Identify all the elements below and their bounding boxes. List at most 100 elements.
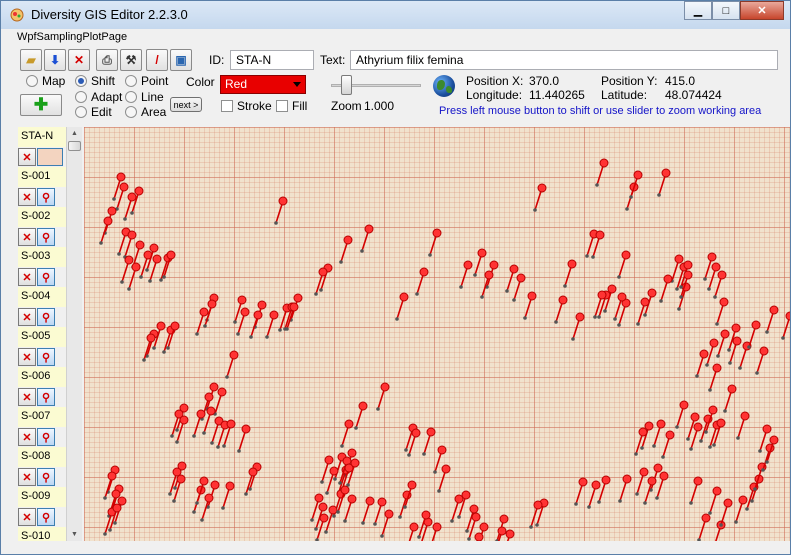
working-area[interactable] — [84, 127, 790, 541]
plot-pin-marker[interactable] — [661, 430, 675, 459]
slider-thumb[interactable] — [341, 75, 352, 95]
plot-pin-marker[interactable] — [652, 419, 666, 448]
plot-pin-marker[interactable] — [617, 250, 631, 279]
plot-item-label[interactable]: S-001 — [18, 167, 66, 187]
plot-pin-marker[interactable] — [354, 401, 368, 430]
plot-pin-marker[interactable] — [343, 494, 357, 523]
plot-item-label[interactable]: STA-N — [18, 127, 66, 147]
plot-pin-marker[interactable] — [595, 158, 609, 187]
plot-pin-marker[interactable] — [170, 409, 184, 438]
plot-pin-marker[interactable] — [643, 476, 657, 505]
plot-pin-marker[interactable] — [428, 228, 442, 257]
plot-pin-marker[interactable] — [166, 321, 180, 350]
plot-pin-marker[interactable] — [554, 295, 568, 324]
mode-line-radio[interactable]: Line — [125, 90, 164, 104]
plot-list-scrollbar[interactable]: ▲ ▼ — [66, 127, 82, 541]
plot-pin-marker[interactable] — [563, 259, 577, 288]
close-window-button[interactable]: ✕ — [740, 1, 784, 20]
plot-pin-marker[interactable] — [689, 476, 703, 505]
delete-plot-icon[interactable]: ✕ — [18, 308, 36, 326]
pin-plot-icon[interactable]: ⚲ — [37, 508, 55, 526]
scroll-down-icon[interactable]: ▼ — [71, 531, 78, 538]
selected-plot-swatch[interactable] — [37, 148, 63, 166]
plot-pin-marker[interactable] — [437, 464, 451, 493]
plot-pin-marker[interactable] — [755, 346, 769, 375]
text-input[interactable]: Athyrium filix femina — [350, 50, 778, 70]
print-button[interactable]: ⎙ — [96, 49, 118, 71]
plot-pin-marker[interactable] — [470, 532, 484, 541]
maximize-button[interactable]: □ — [712, 1, 740, 20]
pin-plot-icon[interactable]: ⚲ — [37, 188, 55, 206]
plot-pin-marker[interactable] — [395, 292, 409, 321]
plot-pin-marker[interactable] — [697, 513, 711, 541]
plot-pin-marker[interactable] — [248, 462, 262, 491]
plot-pin-marker[interactable] — [747, 320, 761, 349]
pin-plot-icon[interactable]: ⚲ — [37, 428, 55, 446]
plot-pin-marker[interactable] — [655, 471, 669, 500]
zoom-slider[interactable] — [331, 75, 421, 95]
plot-pin-marker[interactable] — [708, 486, 722, 515]
pin-plot-icon[interactable]: ⚲ — [37, 468, 55, 486]
delete-plot-icon[interactable]: ✕ — [18, 428, 36, 446]
plot-pin-marker[interactable] — [339, 235, 353, 264]
plot-pin-marker[interactable] — [719, 498, 733, 527]
scrollbar-thumb[interactable] — [68, 141, 81, 151]
plot-item-label[interactable]: S-006 — [18, 367, 66, 387]
delete-plot-icon[interactable]: ✕ — [18, 228, 36, 246]
mode-shift-radio[interactable]: Shift — [75, 74, 115, 88]
plot-pin-marker[interactable] — [523, 291, 537, 320]
plot-pin-marker[interactable] — [244, 467, 258, 496]
delete-plot-icon[interactable]: ✕ — [18, 188, 36, 206]
save-button[interactable]: ⬇ — [44, 49, 66, 71]
delete-plot-icon[interactable]: ✕ — [18, 268, 36, 286]
plot-pin-marker[interactable] — [657, 168, 671, 197]
plot-pin-marker[interactable] — [274, 196, 288, 225]
plot-item-label[interactable]: S-004 — [18, 287, 66, 307]
plot-pin-marker[interactable] — [360, 224, 374, 253]
plot-pin-marker[interactable] — [635, 467, 649, 496]
mode-adapt-radio[interactable]: Adapt — [75, 90, 122, 104]
plot-pin-marker[interactable] — [715, 297, 729, 326]
plot-pin-marker[interactable] — [265, 310, 279, 339]
plot-pin-marker[interactable] — [162, 250, 176, 279]
fill-checkbox[interactable]: Fill — [276, 99, 307, 113]
plot-pin-marker[interactable] — [221, 481, 235, 510]
plot-pin-marker[interactable] — [361, 496, 375, 525]
plot-pin-marker[interactable] — [505, 264, 519, 293]
plot-pin-marker[interactable] — [587, 480, 601, 509]
plot-item-label[interactable]: S-008 — [18, 447, 66, 467]
plot-pin-marker[interactable] — [571, 312, 585, 341]
stroke-checkbox[interactable]: Stroke — [221, 99, 272, 113]
plot-pin-marker[interactable] — [765, 305, 779, 334]
plot-pin-marker[interactable] — [512, 273, 526, 302]
plot-pin-marker[interactable] — [325, 466, 339, 495]
pin-plot-icon[interactable]: ⚲ — [37, 268, 55, 286]
plot-pin-marker[interactable] — [574, 477, 588, 506]
plot-pin-marker[interactable] — [533, 183, 547, 212]
plot-item-label[interactable]: S-002 — [18, 207, 66, 227]
plot-pin-marker[interactable] — [373, 497, 387, 526]
plot-pin-marker[interactable] — [734, 495, 748, 524]
delete-plot-icon[interactable]: ✕ — [18, 508, 36, 526]
open-button[interactable]: ▰ — [20, 49, 42, 71]
plot-pin-marker[interactable] — [708, 363, 722, 392]
plot-pin-marker[interactable] — [249, 310, 263, 339]
plot-pin-marker[interactable] — [99, 216, 113, 245]
delete-plot-icon[interactable]: ✕ — [18, 388, 36, 406]
plot-pin-marker[interactable] — [405, 522, 419, 541]
plot-item-label[interactable]: S-003 — [18, 247, 66, 267]
plot-item-label[interactable]: S-010 — [18, 527, 66, 541]
plot-pin-marker[interactable] — [659, 274, 673, 303]
window-button[interactable]: ▣ — [170, 49, 192, 71]
plot-pin-marker[interactable] — [336, 485, 350, 514]
plot-pin-marker[interactable] — [200, 493, 214, 522]
tools-button[interactable]: ⚒ — [120, 49, 142, 71]
id-input[interactable]: STA-N — [230, 50, 314, 70]
plot-pin-marker[interactable] — [723, 384, 737, 413]
plot-pin-marker[interactable] — [675, 400, 689, 429]
pin-plot-icon[interactable]: ⚲ — [37, 308, 55, 326]
plot-pin-marker[interactable] — [617, 298, 631, 327]
plot-pin-marker[interactable] — [210, 416, 224, 445]
pin-plot-icon[interactable]: ⚲ — [37, 228, 55, 246]
plot-pin-marker[interactable] — [127, 262, 141, 291]
